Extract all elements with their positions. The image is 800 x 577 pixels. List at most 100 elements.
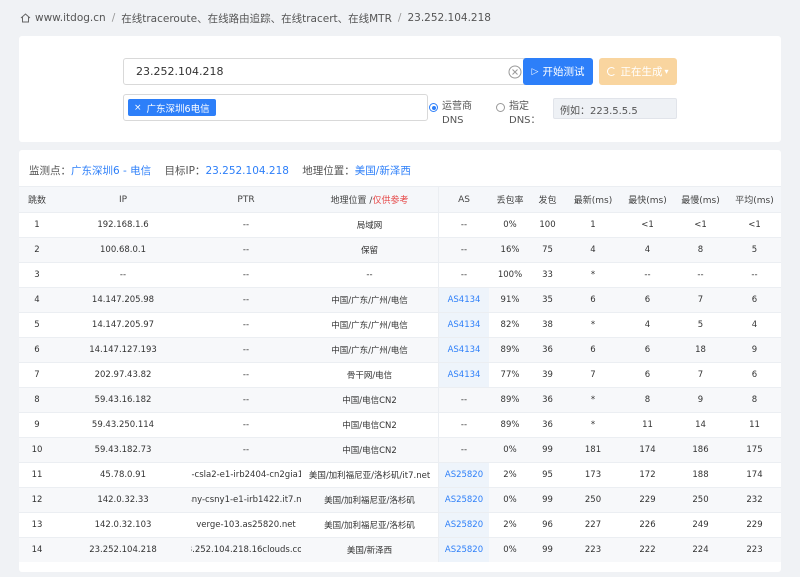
loss-cell: 16% [500,245,520,255]
last-cell: 173 [584,470,602,480]
hop-cell: 4 [34,295,40,305]
as-link[interactable]: AS25820 [439,488,489,512]
worst-cell: 14 [695,420,706,430]
node-select[interactable]: × 广东深圳6电信 [123,94,428,121]
table-row: 1 192.168.1.6 -- 局域网 -- 0% 100 1 <1 <1 <1 [19,212,781,237]
remove-tag-icon[interactable]: × [134,103,142,113]
worst-cell: 250 [692,495,709,505]
last-cell: 7 [590,370,596,380]
table-row: 2 100.68.0.1 -- 保留 -- 16% 75 4 4 8 5 [19,237,781,262]
ip-cell: 59.43.182.73 [94,445,152,455]
host-input-value: 23.252.104.218 [136,65,224,78]
geo-cell: 中国/电信CN2 [301,413,439,437]
generating-button[interactable]: 正在生成 ▾ [599,58,677,85]
table-row: 10 59.43.182.73 -- 中国/电信CN2 -- 0% 99 181 174 186 1… [19,437,781,462]
worst-cell: 8 [697,245,704,255]
geo-cell: 美国/新泽西 [301,538,439,562]
geo-cell: 美国/加利福尼亚/洛杉矶 [301,488,439,512]
dns-custom-radio[interactable] [496,103,505,112]
last-cell: 6 [590,295,596,305]
as-link[interactable]: AS25820 [439,538,489,562]
hop-cell: 11 [31,470,43,480]
ip-cell: 45.78.0.91 [100,470,146,480]
best-cell: 174 [639,445,656,455]
ptr-cell: -- [242,295,250,305]
breadcrumb: www.itdog.cn / 在线traceroute、在线路由追踪、在线tra… [20,11,491,25]
dns-custom-label[interactable]: 指定DNS： [509,100,545,128]
start-test-label: 开始测试 [542,66,585,78]
best-cell: 6 [644,370,651,380]
ip-cell: 100.68.0.1 [100,245,146,255]
table-row: 7 202.97.43.82 -- 骨干网/电信 AS4134 77% 39 7 6 7 6 [19,362,781,387]
as-link[interactable]: AS25820 [439,463,489,487]
as-link[interactable]: AS4134 [439,338,489,362]
header-as: AS [458,194,470,205]
ip-cell: 202.97.43.82 [94,370,152,380]
custom-dns-input[interactable]: 例如：223.5.5.5 [553,98,677,119]
ptr-cell: -- [242,320,250,330]
host-input[interactable]: 23.252.104.218 [123,58,533,85]
best-cell: 11 [642,420,653,430]
last-cell: 1 [590,220,596,230]
best-cell: 6 [644,345,651,355]
ip-cell: 59.43.16.182 [94,395,152,405]
worst-cell: 5 [697,320,704,330]
worst-cell: -- [697,270,704,280]
worst-cell: <1 [694,220,707,230]
ptr-cell: usny-csny1-e1-irb1422.it7.net [191,495,301,505]
breadcrumb-site-link[interactable]: www.itdog.cn [35,12,106,24]
table-row: 11 45.78.0.91 uscala-csla2-e1-irb2404-cn2g… [19,462,781,487]
ptr-cell: -- [242,445,250,455]
avg-cell: <1 [748,220,761,230]
sent-cell: 99 [542,545,553,555]
table-row: 6 14.147.127.193 -- 中国/广东/广州/电信 AS4134 89% 36 6… [19,337,781,362]
as-link[interactable]: AS4134 [439,288,489,312]
breadcrumb-separator: / [111,12,116,24]
ip-cell: 14.147.205.97 [91,320,155,330]
clear-icon[interactable] [508,65,522,79]
geo-label: 地理位置： [302,165,355,177]
loss-cell: 2% [503,520,517,530]
as-link[interactable]: AS25820 [439,513,489,537]
loss-cell: 91% [500,295,520,305]
loss-cell: 0% [503,545,517,555]
result-card: 监测点：广东深圳6 - 电信 目标IP：23.252.104.218 地理位置：… [19,150,781,572]
worst-cell: 186 [692,445,709,455]
as-link[interactable]: AS4134 [439,313,489,337]
hop-cell: 13 [31,520,43,530]
node-tag[interactable]: × 广东深圳6电信 [128,99,216,116]
ptr-cell: -- [242,370,250,380]
loss-cell: 89% [500,420,520,430]
ptr-cell: -- [242,420,250,430]
table-row: 3 -- -- -- -- 100% 33 * -- -- -- [19,262,781,287]
table-row: 9 59.43.250.114 -- 中国/电信CN2 -- 89% 36 * 11 14 11 [19,412,781,437]
loss-cell: 82% [500,320,520,330]
caret-down-icon: ▾ [664,67,669,76]
header-geo-ref: 仅供参考 [372,196,409,206]
last-cell: * [590,395,596,405]
table-row: 12 142.0.32.33 usny-csny1-e1-irb1422.it7.n… [19,487,781,512]
as-link[interactable]: AS4134 [439,363,489,387]
dns-isp-label[interactable]: 运营商DNS [442,100,488,128]
start-test-button[interactable]: ▷ 开始测试 [523,58,593,85]
worst-cell: 224 [692,545,709,555]
loss-cell: 89% [500,345,520,355]
last-cell: * [590,320,596,330]
sent-cell: 36 [542,420,553,430]
loading-spinner-icon [607,67,617,76]
ptr-cell: uscala-csla2-e1-irb2404-cn2gia1.it7.... [191,470,301,480]
hop-cell: 1 [34,220,40,230]
avg-cell: -- [751,270,758,280]
sent-cell: 99 [542,445,553,455]
target-value: 23.252.104.218 [205,165,289,177]
ptr-cell: verge-103.as25820.net [196,520,296,530]
geo-cell: -- [301,263,439,287]
hop-cell: 14 [31,545,43,555]
header-worst: 最慢(ms) [681,196,720,206]
avg-cell: 175 [746,445,763,455]
header-ip: IP [118,194,128,205]
worst-cell: 7 [697,295,704,305]
breadcrumb-separator: / [397,12,402,24]
breadcrumb-section-link[interactable]: 在线traceroute、在线路由追踪、在线tracert、在线MTR [121,11,392,26]
dns-isp-radio[interactable] [429,103,438,112]
